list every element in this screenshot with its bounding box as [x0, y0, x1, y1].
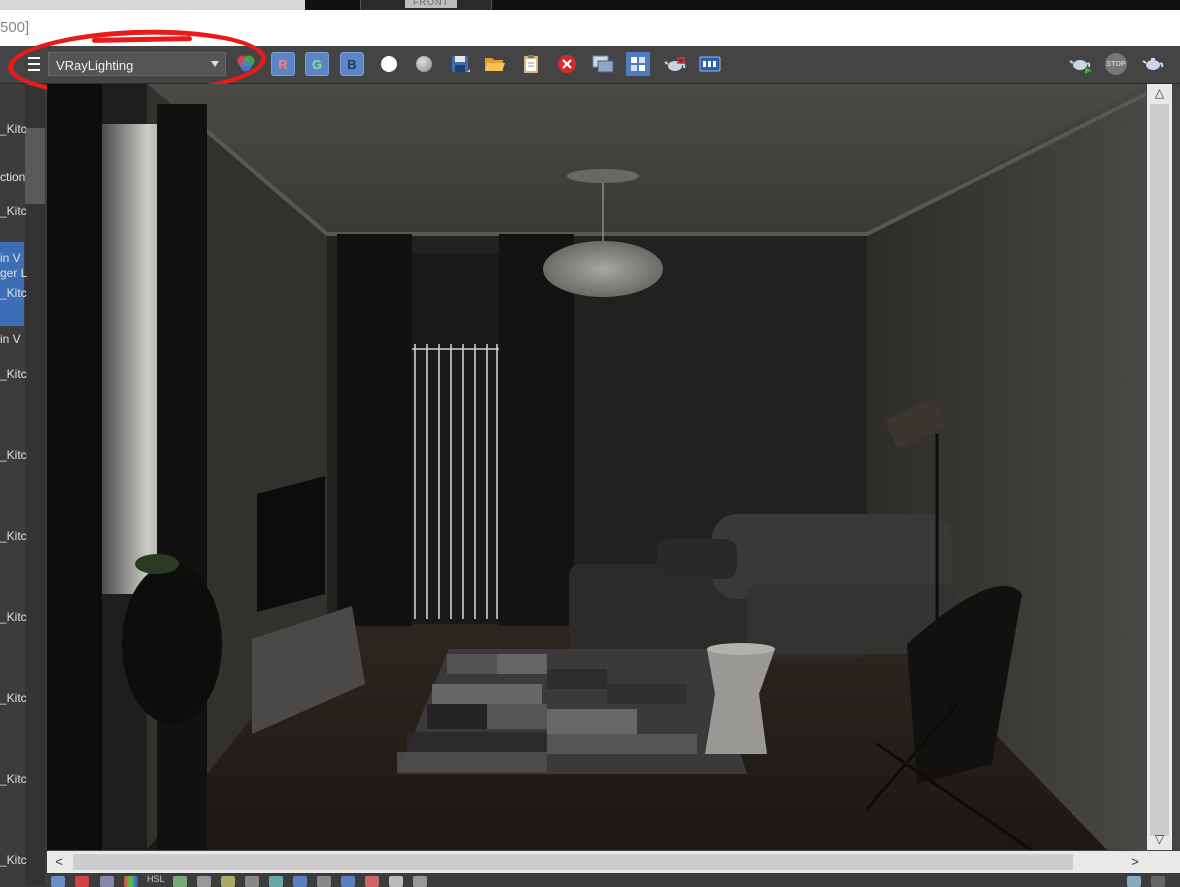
curves-icon[interactable]	[197, 876, 211, 887]
frame-icon[interactable]	[413, 876, 427, 887]
scroll-left-icon[interactable]: <	[49, 851, 69, 873]
list-item[interactable]: _Kitc	[0, 610, 27, 624]
white-circle-icon[interactable]	[377, 52, 401, 76]
render-element-dropdown[interactable]: VRayLighting	[48, 52, 226, 76]
list-item[interactable]: ger L	[0, 266, 27, 280]
exposure-icon[interactable]	[221, 876, 235, 887]
list-item[interactable]: in V	[0, 251, 21, 265]
horizontal-scrollbar[interactable]: < >	[47, 851, 1147, 873]
render-teapot-icon[interactable]	[1069, 52, 1093, 76]
info-icon[interactable]	[100, 876, 114, 887]
window-icon[interactable]	[591, 52, 615, 76]
scroll-up-icon[interactable]: △	[1147, 84, 1172, 102]
color-channels-icon[interactable]	[234, 52, 258, 76]
viewport-label: FRONT	[405, 0, 457, 8]
vertical-scrollbar[interactable]: △ ▽	[1147, 84, 1172, 850]
white-balance-icon[interactable]	[245, 876, 259, 887]
gray-circle-icon[interactable]	[412, 52, 436, 76]
green-channel-button[interactable]: G	[305, 52, 329, 76]
list-item[interactable]: _Kitc	[0, 204, 27, 218]
scene-explorer-panel: _Kitc ction _Kitc in V ger L _Kitc in V …	[0, 46, 48, 887]
clipboard-icon[interactable]	[519, 52, 543, 76]
icc-icon[interactable]	[317, 876, 331, 887]
panel-scrollbar[interactable]	[25, 86, 45, 886]
vertical-scrollbar-thumb[interactable]	[1150, 104, 1169, 836]
list-item[interactable]: _Kitc	[0, 286, 27, 300]
lut-icon[interactable]	[269, 876, 283, 887]
panel-toggle-icon[interactable]	[1127, 876, 1141, 887]
ocio-icon[interactable]	[293, 876, 307, 887]
render-element-value: VRayLighting	[56, 58, 134, 73]
panel-scrollbar-thumb[interactable]	[25, 128, 45, 204]
list-item[interactable]: _Kitc	[0, 529, 27, 543]
list-item[interactable]: _Kitc	[0, 122, 27, 136]
status-toolbar: HSL	[47, 873, 1180, 887]
teapot-region-icon[interactable]	[663, 52, 687, 76]
window-right-edge	[1172, 84, 1180, 851]
color-correction-icon[interactable]	[124, 876, 138, 887]
teapot-icon[interactable]	[1141, 52, 1165, 76]
histogram-icon[interactable]	[51, 876, 65, 887]
folder-open-icon[interactable]	[483, 52, 507, 76]
list-item[interactable]: _Kitc	[0, 853, 27, 867]
expand-icon[interactable]	[1151, 876, 1165, 887]
background-viewport-strip: FRONT	[0, 0, 1180, 10]
red-channel-button[interactable]: R	[271, 52, 295, 76]
scroll-down-icon[interactable]: ▽	[1147, 830, 1172, 848]
render-viewport[interactable]	[47, 84, 1146, 850]
scroll-right-icon[interactable]: >	[1125, 851, 1145, 873]
list-item[interactable]: _Kitc	[0, 367, 27, 381]
window-title: 500]	[0, 19, 30, 36]
lens-effects-icon[interactable]	[75, 876, 89, 887]
clear-icon[interactable]	[555, 52, 579, 76]
scrollbar-corner	[1147, 851, 1180, 873]
list-item[interactable]: in V	[0, 332, 21, 346]
stamp-icon[interactable]	[389, 876, 403, 887]
stop-button[interactable]: STOP	[1104, 52, 1128, 76]
list-item[interactable]: _Kitc	[0, 691, 27, 705]
horizontal-scrollbar-thumb[interactable]	[73, 854, 1073, 870]
rendered-image	[47, 84, 1146, 850]
blue-channel-button[interactable]: B	[340, 52, 364, 76]
stop-label: STOP	[1105, 53, 1127, 75]
levels-icon[interactable]	[173, 876, 187, 887]
track-mouse-icon[interactable]	[626, 52, 650, 76]
compare-icon[interactable]	[341, 876, 355, 887]
list-item[interactable]: _Kitc	[0, 448, 27, 462]
hamburger-icon[interactable]	[22, 52, 46, 76]
window-titlebar: 500]	[0, 10, 1180, 46]
list-item[interactable]: _Kitc	[0, 772, 27, 786]
background-panel-fragment	[0, 0, 305, 10]
chevron-down-icon	[211, 61, 219, 67]
hsl-label[interactable]: HSL	[147, 874, 165, 884]
list-item[interactable]: ction	[0, 170, 25, 184]
vfb-history-icon[interactable]	[698, 52, 722, 76]
pixel-info-icon[interactable]	[365, 876, 379, 887]
save-icon[interactable]	[448, 52, 472, 76]
